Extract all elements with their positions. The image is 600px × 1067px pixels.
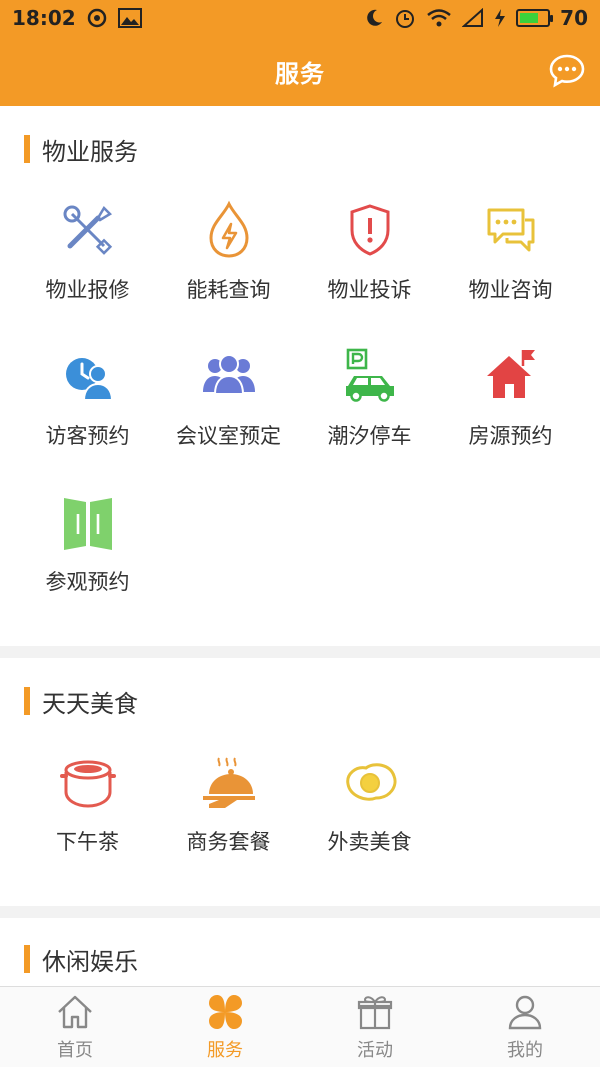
section-accent-bar <box>24 687 30 715</box>
section-title: 物业服务 <box>42 137 138 166</box>
section-accent-bar <box>24 945 30 973</box>
tab-label: 服务 <box>207 1040 243 1061</box>
gift-icon <box>357 996 393 1030</box>
service-label: 房源预约 <box>468 424 553 448</box>
service-label: 物业报修 <box>45 278 130 302</box>
wifi-icon <box>427 9 451 27</box>
clover-icon <box>209 995 242 1029</box>
section-title: 休闲娱乐 <box>42 947 138 976</box>
status-time: 18:02 <box>12 6 76 30</box>
bowl-icon <box>59 760 116 808</box>
tab-label: 我的 <box>507 1040 543 1061</box>
service-label: 物业投诉 <box>327 278 412 302</box>
service-content[interactable]: 物业服务 物业报修 能耗查询 物业投诉 物业咨询 访客预约 会议室预定 潮汐停车… <box>0 106 600 986</box>
service-visitor[interactable]: 访客预约 <box>17 338 158 484</box>
service-repair[interactable]: 物业报修 <box>17 192 158 338</box>
wrench-screwdriver-icon <box>63 205 112 255</box>
home-icon <box>58 995 92 1029</box>
service-complaint[interactable]: 物业投诉 <box>299 192 440 338</box>
section-food: 天天美食 下午茶 商务套餐 外卖美食 <box>0 658 600 906</box>
sync-icon <box>87 8 106 28</box>
visitor-clock-icon <box>65 358 113 401</box>
service-label: 下午茶 <box>56 830 119 854</box>
bottom-tab-bar: 首页 服务 活动 我的 <box>0 986 600 1067</box>
section-accent-bar <box>24 135 30 163</box>
service-label: 外卖美食 <box>327 830 412 854</box>
group-people-icon <box>202 354 255 395</box>
tab-label: 活动 <box>357 1040 393 1061</box>
parking-car-icon <box>345 348 394 402</box>
section-header: 天天美食 <box>0 658 600 744</box>
food-takeaway[interactable]: 外卖美食 <box>299 744 440 890</box>
tab-mine[interactable]: 我的 <box>450 987 600 1067</box>
chat-bubble-icon <box>487 208 534 252</box>
alarm-icon <box>396 10 415 28</box>
food-business-set[interactable]: 商务套餐 <box>158 744 299 890</box>
tab-home[interactable]: 首页 <box>0 987 150 1067</box>
image-icon <box>117 8 142 28</box>
message-icon[interactable] <box>548 52 586 90</box>
service-housing[interactable]: 房源预约 <box>440 338 581 484</box>
door-icon <box>63 498 112 550</box>
flame-icon <box>208 200 249 258</box>
user-icon <box>508 995 542 1030</box>
service-label: 潮汐停车 <box>327 424 412 448</box>
service-tour[interactable]: 参观预约 <box>17 484 158 630</box>
service-meeting-room[interactable]: 会议室预定 <box>158 338 299 484</box>
service-consult[interactable]: 物业咨询 <box>440 192 581 338</box>
tab-service[interactable]: 服务 <box>150 987 300 1067</box>
status-bar: 18:02 70 <box>0 0 600 36</box>
service-energy[interactable]: 能耗查询 <box>158 192 299 338</box>
signal-icon <box>462 8 484 27</box>
service-label: 会议室预定 <box>176 424 281 448</box>
food-afternoon-tea[interactable]: 下午茶 <box>17 744 158 890</box>
section-header: 休闲娱乐 <box>0 918 600 986</box>
fried-egg-icon <box>345 763 396 801</box>
section-property-services: 物业服务 物业报修 能耗查询 物业投诉 物业咨询 访客预约 会议室预定 潮汐停车… <box>0 106 600 646</box>
battery-percent: 70 <box>560 6 588 30</box>
moon-icon <box>367 9 383 26</box>
service-label: 商务套餐 <box>186 830 271 854</box>
tab-label: 首页 <box>57 1040 93 1061</box>
section-header: 物业服务 <box>0 106 600 192</box>
service-label: 参观预约 <box>45 570 130 594</box>
tab-activity[interactable]: 活动 <box>300 987 450 1067</box>
shield-alert-icon <box>350 204 389 256</box>
service-label: 访客预约 <box>45 424 130 448</box>
section-title: 天天美食 <box>42 689 138 718</box>
house-flag-icon <box>486 350 535 398</box>
page-title: 服务 <box>275 59 325 88</box>
battery-icon <box>516 9 554 27</box>
charging-icon <box>495 9 506 27</box>
service-label: 物业咨询 <box>468 278 553 302</box>
section-leisure: 休闲娱乐 <box>0 918 600 986</box>
service-label: 能耗查询 <box>186 278 271 302</box>
app-bar: 服务 <box>0 36 600 106</box>
service-parking[interactable]: 潮汐停车 <box>299 338 440 484</box>
cloche-icon <box>202 757 255 808</box>
